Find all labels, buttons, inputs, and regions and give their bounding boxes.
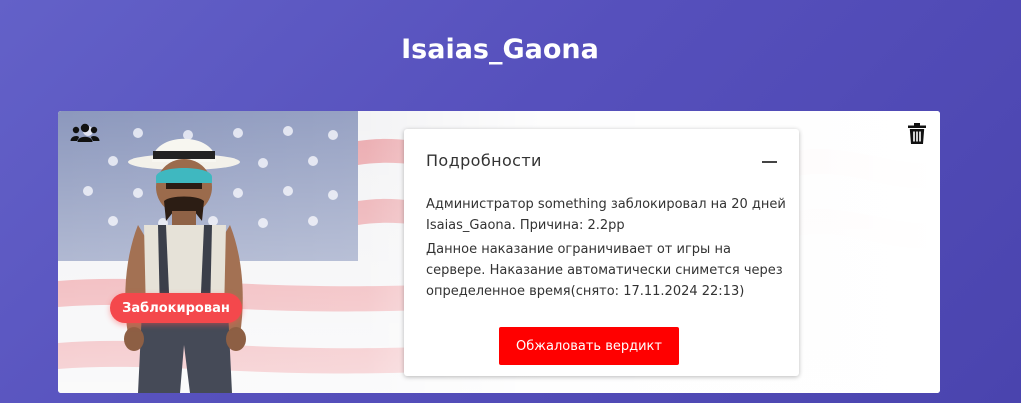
appeal-button[interactable]: Обжаловать вердикт xyxy=(499,327,679,365)
punishment-description: Данное наказание ограничивает от игры на… xyxy=(426,242,783,299)
details-title: Подробности xyxy=(426,151,542,170)
minus-icon[interactable] xyxy=(762,161,777,163)
punishment-card: Заблокирован Подробности Администратор s… xyxy=(58,111,940,393)
details-panel: Подробности Администратор something забл… xyxy=(404,129,799,376)
ban-info-text: Администратор something заблокировал на … xyxy=(426,197,786,233)
status-badge: Заблокирован xyxy=(110,293,242,323)
avatar xyxy=(124,138,246,393)
page-title: Isaias_Gaona xyxy=(401,34,599,65)
trash-icon[interactable] xyxy=(908,123,926,144)
